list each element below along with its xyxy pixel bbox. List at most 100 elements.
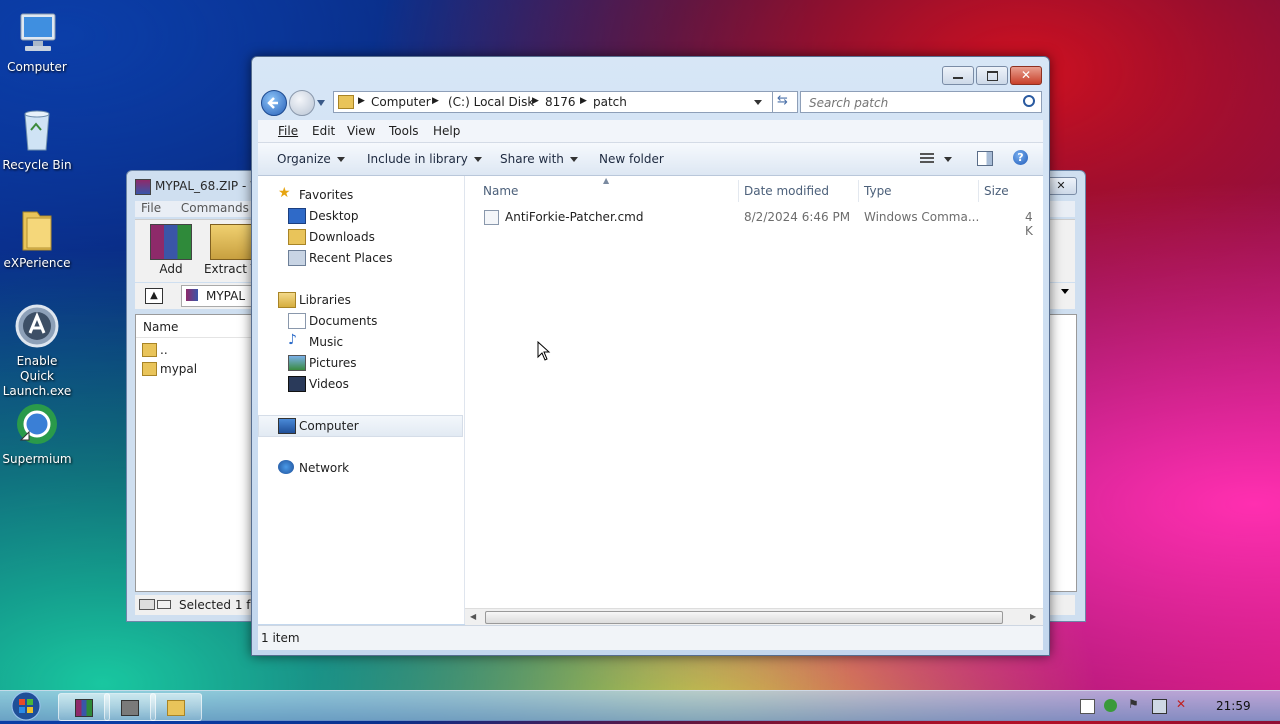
breadcrumb-separator-icon: ▶ xyxy=(532,96,539,106)
menu-tools[interactable]: Tools xyxy=(389,124,419,138)
search-box[interactable] xyxy=(800,91,1042,113)
list-item[interactable]: mypal xyxy=(142,360,252,378)
taskbar: ⚑ ✕ 21:59 xyxy=(0,690,1280,721)
file-name: AntiForkie-Patcher.cmd xyxy=(505,210,644,224)
menu-file[interactable]: File xyxy=(278,124,298,138)
taskbar-clock[interactable]: 21:59 xyxy=(1216,699,1251,713)
nav-desktop[interactable]: Desktop xyxy=(258,206,464,226)
column-header-size[interactable]: Size xyxy=(984,184,1009,198)
winrar-add-button[interactable]: Add xyxy=(141,224,201,276)
nav-libraries[interactable]: Libraries xyxy=(258,290,464,310)
file-list-view[interactable]: ▲ Name Date modified Type Size AntiForki… xyxy=(465,176,1043,608)
up-folder-icon[interactable]: ▲ xyxy=(145,288,163,304)
desktop-icon-computer[interactable]: Computer xyxy=(0,8,76,75)
nav-favorites[interactable]: ★ Favorites xyxy=(258,185,464,205)
desktop-icon-label: Computer xyxy=(7,60,67,74)
music-icon: ♪ xyxy=(288,332,297,348)
address-dropdown-icon[interactable] xyxy=(754,100,762,105)
network-tray-icon[interactable] xyxy=(1152,699,1167,714)
desktop-icon-label: Recycle Bin xyxy=(2,158,72,172)
search-icon[interactable] xyxy=(1023,95,1035,107)
taskbar-explorer-button[interactable] xyxy=(150,693,202,721)
folder-icon xyxy=(338,95,354,109)
key-icon xyxy=(157,600,171,609)
share-with-button[interactable]: Share with xyxy=(500,152,578,166)
nav-pictures[interactable]: Pictures xyxy=(258,353,464,373)
minimize-button[interactable] xyxy=(942,66,974,85)
recent-places-icon xyxy=(288,250,306,266)
forward-button[interactable] xyxy=(289,90,315,116)
winrar-col-name[interactable]: Name xyxy=(136,315,256,338)
nav-documents[interactable]: Documents xyxy=(258,311,464,331)
address-bar[interactable]: ▶ Computer ▶ (C:) Local Disk ▶ 8176 ▶ pa… xyxy=(333,91,773,113)
table-row[interactable]: AntiForkie-Patcher.cmd 8/2/2024 6:46 PM … xyxy=(481,207,1041,238)
nav-downloads[interactable]: Downloads xyxy=(258,227,464,247)
computer-icon xyxy=(278,418,296,434)
breadcrumb-separator-icon: ▶ xyxy=(358,96,365,106)
tray-document-icon[interactable] xyxy=(1080,699,1095,714)
maximize-button[interactable] xyxy=(976,66,1008,85)
desktop-icon-enable-quick-launch[interactable]: Enable Quick Launch.exe xyxy=(0,302,76,399)
nav-recent-places[interactable]: Recent Places xyxy=(258,248,464,268)
column-divider[interactable] xyxy=(858,180,859,202)
column-divider[interactable] xyxy=(978,180,979,202)
organize-button[interactable]: Organize xyxy=(277,152,345,166)
winrar-menu-file[interactable]: File xyxy=(141,201,161,215)
nav-videos[interactable]: Videos xyxy=(258,374,464,394)
volume-muted-icon[interactable]: ✕ xyxy=(1176,697,1189,711)
nav-music[interactable]: ♪ Music xyxy=(258,332,464,352)
column-header-date-modified[interactable]: Date modified xyxy=(744,184,829,198)
item-count: 1 item xyxy=(261,631,300,645)
scroll-left-icon[interactable]: ◀ xyxy=(470,612,476,621)
tray-security-icon[interactable] xyxy=(1104,699,1117,712)
include-in-library-button[interactable]: Include in library xyxy=(367,152,482,166)
nav-computer[interactable]: Computer xyxy=(258,415,463,437)
preview-pane-button[interactable] xyxy=(977,151,993,166)
menu-help[interactable]: Help xyxy=(433,124,460,138)
folder-icon xyxy=(142,362,157,376)
desktop-icon-experience[interactable]: eXPerience xyxy=(0,204,76,271)
scroll-right-icon[interactable]: ▶ xyxy=(1030,612,1036,621)
recent-pages-dropdown[interactable] xyxy=(317,100,325,106)
breadcrumb-computer[interactable]: Computer xyxy=(371,95,431,109)
desktop-icon-recycle-bin[interactable]: Recycle Bin xyxy=(0,106,76,173)
file-type: Windows Comma... xyxy=(864,210,980,224)
close-button[interactable]: ✕ xyxy=(1010,66,1042,85)
new-folder-button[interactable]: New folder xyxy=(599,152,664,166)
horizontal-scrollbar[interactable]: ◀ ▶ xyxy=(465,608,1043,625)
taskbar-app-button[interactable] xyxy=(104,693,156,721)
command-bar: Organize Include in library Share with N… xyxy=(258,143,1043,176)
list-item[interactable]: .. xyxy=(142,341,252,359)
breadcrumb-patch[interactable]: patch xyxy=(593,95,627,109)
breadcrumb-8176[interactable]: 8176 xyxy=(545,95,576,109)
file-size: 4 K xyxy=(1025,210,1033,238)
column-divider[interactable] xyxy=(738,180,739,202)
quick-launch-icon xyxy=(13,302,61,350)
minimize-icon xyxy=(953,77,963,79)
desktop-icon xyxy=(288,208,306,224)
breadcrumb-local-disk[interactable]: (C:) Local Disk xyxy=(448,95,534,109)
nav-network[interactable]: Network xyxy=(258,458,464,478)
action-center-flag-icon[interactable]: ⚑ xyxy=(1128,697,1141,711)
desktop-icon-supermium[interactable]: Supermium xyxy=(0,400,76,467)
breadcrumb-separator-icon: ▶ xyxy=(580,96,587,106)
menu-edit[interactable]: Edit xyxy=(312,124,335,138)
winrar-path-dropdown[interactable] xyxy=(1061,289,1069,294)
help-button[interactable]: ? xyxy=(1013,150,1028,165)
column-header-name[interactable]: Name xyxy=(483,184,518,198)
view-options-button[interactable] xyxy=(918,151,954,167)
winrar-menu-commands[interactable]: Commands xyxy=(181,201,249,215)
refresh-button[interactable]: ⇆ xyxy=(772,91,798,113)
folder-icon xyxy=(167,700,185,716)
winrar-path-field[interactable]: MYPAL xyxy=(181,285,253,307)
menu-bar: File Edit View Tools Help xyxy=(258,120,1043,143)
start-button[interactable] xyxy=(6,691,46,721)
back-button[interactable] xyxy=(261,90,287,116)
search-input[interactable] xyxy=(807,94,1011,111)
star-icon: ★ xyxy=(278,185,291,201)
taskbar-winrar-button[interactable] xyxy=(58,693,110,721)
menu-view[interactable]: View xyxy=(347,124,375,138)
scrollbar-thumb[interactable] xyxy=(485,611,1003,624)
column-header-type[interactable]: Type xyxy=(864,184,892,198)
explorer-window[interactable]: ✕ ▶ Computer ▶ (C:) Local Disk ▶ 8176 ▶ … xyxy=(251,56,1050,656)
